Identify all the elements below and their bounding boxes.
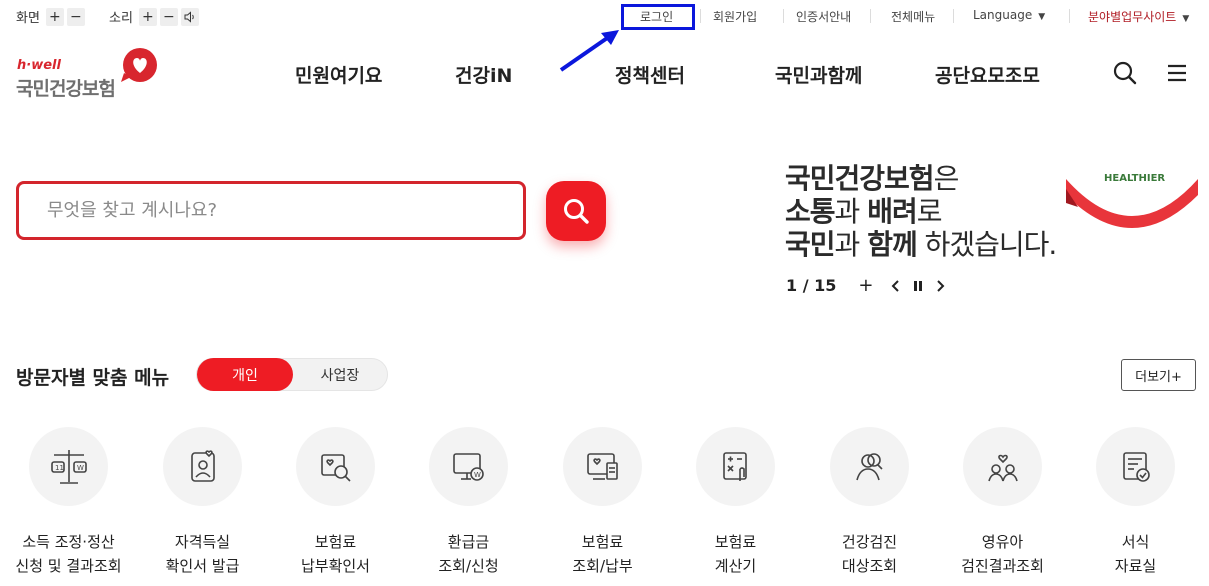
caret-down-icon: ▼ (1038, 12, 1046, 22)
person-search-icon (855, 452, 883, 480)
bill-screen-icon (586, 452, 618, 480)
calculator-icon (722, 451, 747, 481)
login-highlight-box (621, 4, 695, 30)
volume-up-button[interactable]: + (138, 7, 157, 26)
nav-item-about[interactable]: 공단요모조모 (935, 61, 1040, 88)
visitor-menu-title: 방문자별 맞춤 메뉴 (16, 367, 170, 389)
certificate-guide-link[interactable]: 인증서안내 (796, 8, 851, 25)
menu-item-label: 소득 조정·정산 (22, 533, 115, 551)
slogan: 국민건강보험은 소통과 배려로 국민과 함께 하겠습니다. (785, 162, 1057, 261)
divider (1069, 9, 1070, 23)
menu-item-label: 환급금 (447, 533, 490, 551)
language-label: Language (973, 8, 1033, 22)
menu-item-label: 확인서 발급 (165, 557, 240, 575)
menu-item-label: 서식 (1121, 533, 1150, 551)
document-check-icon (1122, 451, 1150, 482)
document-search-icon (320, 453, 351, 482)
plus-icon[interactable]: + (858, 276, 873, 295)
sound-label: 소리 (109, 11, 133, 26)
scale-icon: 11 W (50, 449, 87, 484)
search-input[interactable] (19, 184, 523, 237)
business-sites-select[interactable]: 분야별업무사이트 ▼ (1088, 8, 1189, 25)
nav-item-civil-service[interactable]: 민원여기요 (295, 61, 382, 88)
menu-item-label: 대상조회 (841, 557, 898, 575)
search-icon[interactable] (1112, 60, 1138, 86)
sitemap-link[interactable]: 전체메뉴 (891, 8, 935, 25)
healthier-badge-text: HEALTHIER (1104, 173, 1165, 184)
logo-subtitle: h·well (17, 58, 61, 73)
divider (700, 9, 701, 23)
search-button[interactable] (546, 181, 606, 241)
hamburger-menu-icon[interactable] (1164, 60, 1190, 86)
logo-name: 국민건강보험 (16, 78, 116, 100)
page-indicator: 1 / 15 (786, 276, 837, 295)
search-box (16, 181, 526, 240)
healthier-banner-graphic: HEALTHIER (1066, 173, 1198, 228)
chevron-right-icon[interactable] (934, 278, 946, 294)
menu-item-label: 납부확인서 (300, 557, 370, 575)
zoom-in-button[interactable]: + (45, 7, 64, 26)
text-size-control: 화면 + − (16, 7, 85, 26)
chevron-left-icon[interactable] (890, 278, 902, 294)
heart-logo-icon (121, 48, 157, 82)
volume-down-button[interactable]: − (159, 7, 178, 26)
id-card-icon (190, 449, 215, 482)
speaker-icon[interactable] (180, 7, 199, 26)
menu-item-label: 보험료 (714, 533, 757, 551)
menu-item-label: 보험료 (314, 533, 357, 551)
slogan-line-1: 국민건강보험은 (785, 162, 959, 195)
divider (870, 9, 871, 23)
zoom-out-button[interactable]: − (66, 7, 85, 26)
menu-item-label: 보험료 (581, 533, 624, 551)
banner-pager: 1 / 15 + (786, 276, 946, 295)
menu-item-label: 조회/납부 (572, 557, 633, 575)
menu-item-label: 신청 및 결과조회 (15, 557, 122, 575)
search-icon (564, 199, 589, 224)
monitor-won-icon: W (452, 452, 484, 481)
menu-item-label: 조회/신청 (438, 557, 499, 575)
menu-item-label: 영유아 (981, 533, 1024, 551)
sound-control: 소리 + − (109, 7, 199, 26)
menu-item-label: 검진결과조회 (961, 557, 1044, 575)
menu-item-label: 계산기 (714, 557, 757, 575)
signup-link[interactable]: 회원가입 (713, 8, 757, 25)
svg-text:W: W (77, 464, 84, 472)
slogan-line-3: 국민과 함께 하겠습니다. (785, 228, 1057, 261)
tab-business[interactable]: 사업장 (293, 359, 387, 390)
family-icon (987, 454, 1018, 481)
business-sites-label: 분야별업무사이트 (1088, 10, 1177, 24)
site-logo[interactable]: h·well 국민건강보험 (16, 46, 166, 100)
svg-text:W: W (474, 471, 481, 479)
divider (783, 9, 784, 23)
language-select[interactable]: Language ▼ (973, 8, 1045, 22)
caret-down-icon: ▼ (1182, 14, 1190, 24)
visitor-type-toggle: 개인 사업장 (196, 358, 388, 391)
nav-item-policy-center[interactable]: 정책센터 (615, 61, 685, 88)
text-size-label: 화면 (16, 11, 40, 26)
tab-personal[interactable]: 개인 (197, 358, 293, 391)
menu-item-label: 자격득실 (174, 533, 231, 551)
nav-item-with-citizens[interactable]: 국민과함께 (775, 61, 862, 88)
more-button[interactable]: 더보기+ (1121, 359, 1196, 391)
nav-item-health-in[interactable]: 건강iN (455, 61, 512, 88)
pause-icon[interactable] (912, 278, 924, 294)
divider (953, 9, 954, 23)
menu-item-label: 자료실 (1114, 557, 1157, 575)
menu-item-label: 건강검진 (841, 533, 898, 551)
slogan-line-2: 소통과 배려로 (785, 195, 942, 228)
svg-text:11: 11 (55, 464, 64, 472)
